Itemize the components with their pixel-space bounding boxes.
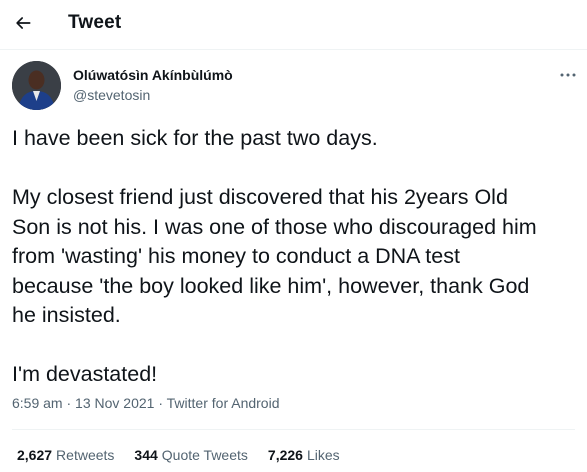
likes-count: 7,226 bbox=[267, 447, 303, 463]
likes-stat[interactable]: 7,226 Likes bbox=[268, 447, 340, 463]
more-options-button[interactable] bbox=[556, 68, 580, 82]
tweet-text: I have been sick for the past two days. … bbox=[12, 126, 537, 386]
retweets-count: 2,627 bbox=[17, 447, 53, 463]
quote-tweets-stat[interactable]: 344 Quote Tweets bbox=[134, 447, 248, 463]
tweet-metadata: 6:59 am · 13 Nov 2021 · Twitter for Andr… bbox=[12, 395, 279, 411]
ellipsis-icon bbox=[560, 73, 576, 77]
likes-label: Likes bbox=[306, 447, 340, 463]
back-button[interactable] bbox=[6, 6, 40, 40]
meta-separator: · bbox=[66, 395, 72, 411]
meta-separator: · bbox=[158, 395, 164, 411]
quote-tweets-label: Quote Tweets bbox=[161, 447, 248, 463]
tweet-date[interactable]: 13 Nov 2021 bbox=[75, 395, 154, 411]
tweet-source[interactable]: Twitter for Android bbox=[167, 395, 280, 411]
avatar-image bbox=[12, 61, 61, 110]
retweets-label: Retweets bbox=[56, 447, 115, 463]
retweets-stat[interactable]: 2,627 Retweets bbox=[17, 447, 114, 463]
page-title: Tweet bbox=[68, 12, 122, 33]
arrow-left-icon bbox=[16, 17, 31, 29]
author-handle[interactable]: @stevetosin bbox=[73, 87, 150, 103]
divider bbox=[12, 429, 575, 430]
engagement-stats: 2,627 Retweets 344 Quote Tweets 7,226 Li… bbox=[17, 447, 360, 463]
avatar[interactable] bbox=[12, 61, 61, 110]
top-bar: Tweet bbox=[0, 0, 587, 50]
author-name[interactable]: Olúwatósìn Akínbùlúmò bbox=[73, 67, 233, 83]
tweet-time[interactable]: 6:59 am bbox=[12, 395, 63, 411]
quote-tweets-count: 344 bbox=[134, 447, 158, 463]
